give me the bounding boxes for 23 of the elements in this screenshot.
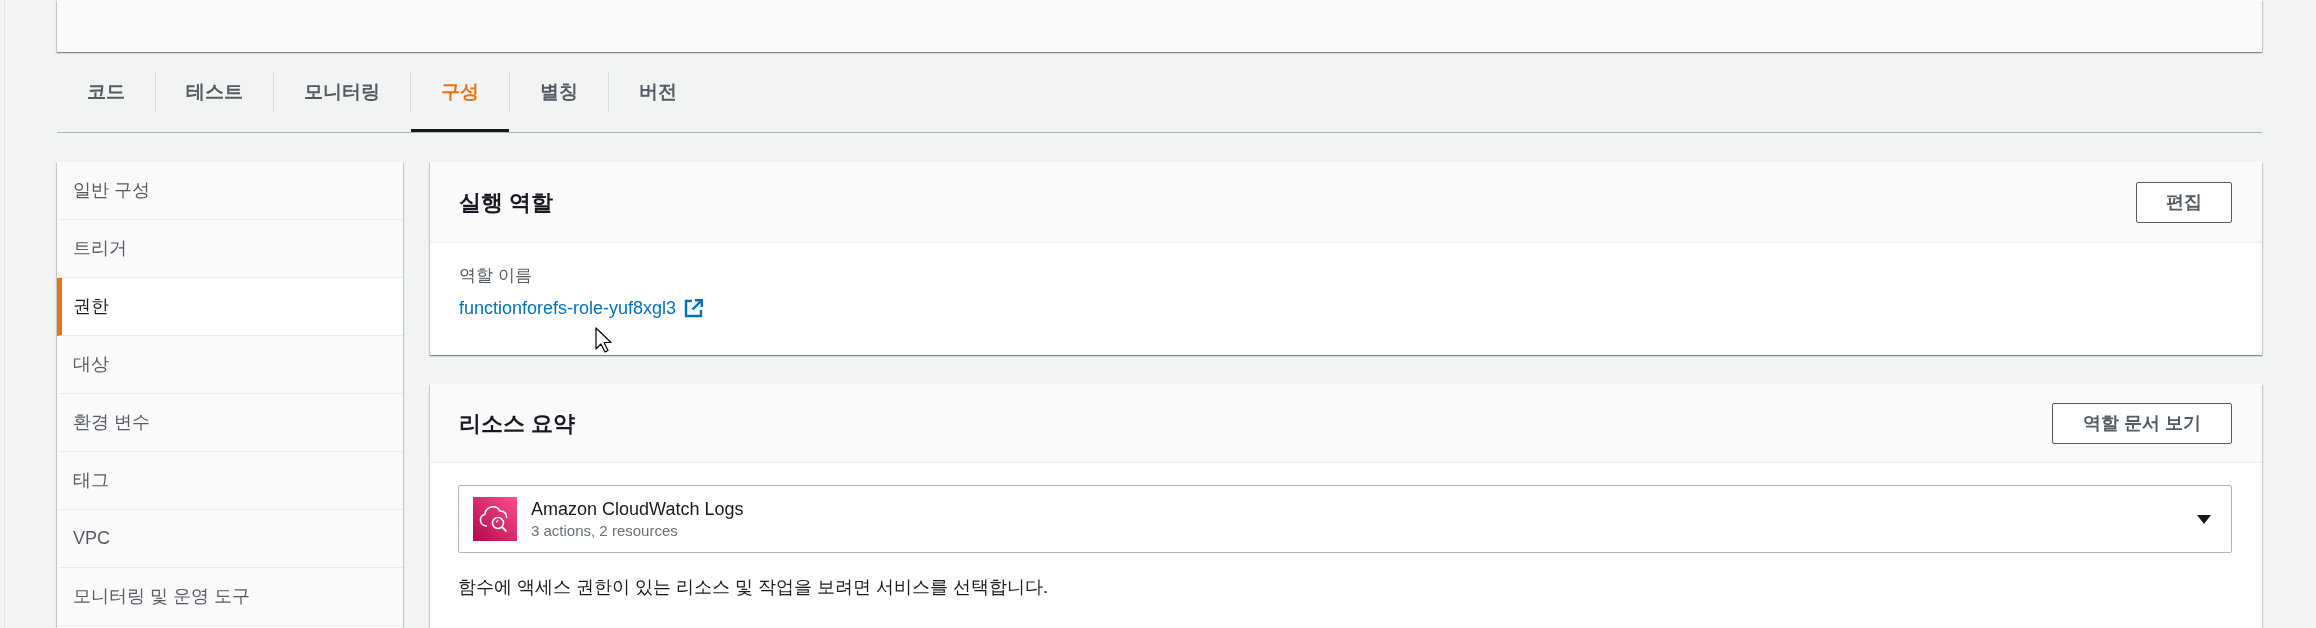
- sidebar-item[interactable]: 모니터링 및 운영 도구: [57, 568, 403, 626]
- sidebar-item[interactable]: 환경 변수: [57, 394, 403, 452]
- tab[interactable]: 버전: [609, 52, 707, 132]
- tab[interactable]: 모니터링: [274, 52, 410, 132]
- cloud-magnifier-icon: [473, 497, 517, 541]
- card-title: 실행 역할: [459, 188, 554, 217]
- tab[interactable]: 테스트: [156, 52, 273, 132]
- role-name-link[interactable]: functionforefs-role-yuf8xgl3: [459, 297, 677, 319]
- external-link-icon[interactable]: [684, 298, 704, 318]
- field-label: 역할 이름: [459, 265, 532, 287]
- view-document-button[interactable]: 역할 문서 보기: [2052, 402, 2232, 444]
- sidebar-item[interactable]: 권한: [57, 278, 403, 336]
- sidebar-item[interactable]: 태그: [57, 452, 403, 510]
- sidebar-item[interactable]: 일반 구성: [57, 162, 403, 220]
- caret-down-icon: [2197, 514, 2211, 524]
- tab[interactable]: 별칭: [510, 52, 608, 132]
- edit-button[interactable]: 편집: [2136, 181, 2232, 223]
- card-title: 리소스 요약: [459, 409, 576, 438]
- sidebar-item[interactable]: 대상: [57, 336, 403, 394]
- sidebar-item[interactable]: VPC: [57, 510, 403, 568]
- description-text: 함수에 액세스 권한이 있는 리소스 및 작업을 보려면 서비스를 선택합니다.: [458, 576, 1048, 599]
- service-select[interactable]: Amazon CloudWatch Logs 3 actions, 2 resources: [458, 485, 2232, 553]
- tab[interactable]: 코드: [57, 52, 155, 132]
